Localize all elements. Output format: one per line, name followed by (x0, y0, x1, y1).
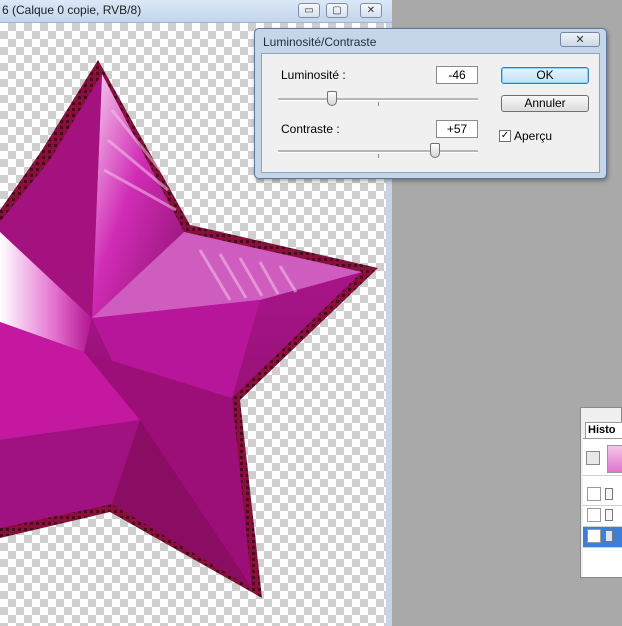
history-source-box[interactable] (587, 508, 601, 522)
brightness-contrast-dialog: Luminosité/Contraste ✕ Luminosité : -46 … (254, 28, 607, 179)
history-snapshot-row[interactable] (583, 443, 622, 476)
history-source-box[interactable] (587, 529, 601, 543)
history-list (583, 438, 622, 577)
dialog-close-button[interactable]: ✕ (560, 32, 600, 47)
brightness-input[interactable]: -46 (436, 66, 478, 84)
contrast-input[interactable]: +57 (436, 120, 478, 138)
dialog-body: Luminosité : -46 Contraste : +57 OK Annu… (261, 53, 600, 173)
minimize-icon: ▭ (304, 5, 314, 16)
minimize-button[interactable]: ▭ (298, 3, 320, 18)
contrast-slider-track[interactable] (278, 150, 478, 153)
preview-checkbox[interactable]: ✓ (499, 130, 511, 142)
document-icon (605, 509, 613, 521)
preview-label: Aperçu (514, 129, 553, 143)
brightness-center-tick (378, 102, 379, 106)
snapshot-thumbnail (607, 445, 622, 473)
dialog-title: Luminosité/Contraste (263, 35, 377, 49)
document-icon (605, 530, 613, 542)
close-button[interactable]: ✕ (360, 3, 382, 18)
list-item-selected[interactable] (583, 527, 622, 548)
checkmark-icon: ✓ (500, 130, 510, 141)
list-item[interactable] (583, 506, 622, 527)
close-icon: ✕ (366, 5, 376, 16)
cancel-button[interactable]: Annuler (501, 95, 589, 112)
maximize-icon: ▢ (332, 5, 342, 16)
tab-history[interactable]: Histo (585, 422, 622, 438)
contrast-label: Contraste : (281, 122, 340, 136)
list-item[interactable] (583, 485, 622, 506)
brightness-label: Luminosité : (281, 68, 346, 82)
ok-button[interactable]: OK (501, 67, 589, 84)
brush-icon[interactable] (586, 451, 600, 465)
contrast-center-tick (378, 154, 379, 158)
document-icon (605, 488, 613, 500)
contrast-slider-thumb[interactable] (430, 143, 440, 158)
close-icon: ✕ (575, 34, 585, 46)
maximize-button[interactable]: ▢ (326, 3, 348, 18)
brightness-slider-track[interactable] (278, 98, 478, 101)
document-title: 6 (Calque 0 copie, RVB/8) (2, 3, 142, 17)
history-source-box[interactable] (587, 487, 601, 501)
document-titlebar[interactable]: 6 (Calque 0 copie, RVB/8) ▭ ▢ ✕ (0, 0, 392, 23)
brightness-slider-thumb[interactable] (327, 91, 337, 106)
history-panel: Histo (580, 407, 622, 578)
